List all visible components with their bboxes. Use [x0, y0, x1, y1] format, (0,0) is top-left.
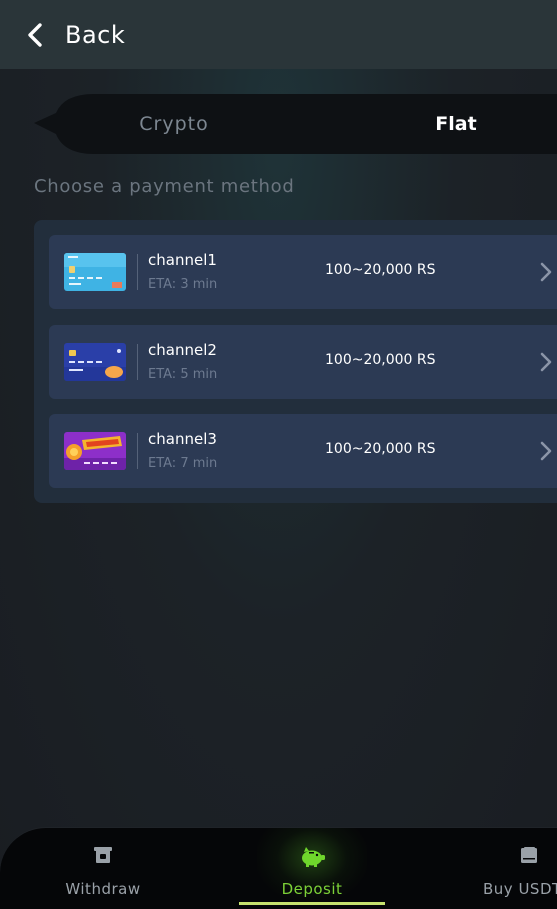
- tab-flat[interactable]: Flat: [376, 94, 536, 154]
- tab-crypto[interactable]: Crypto: [94, 94, 254, 154]
- channel-range: 100~20,000 RS: [325, 262, 436, 278]
- chevron-right-icon: [540, 262, 552, 282]
- channel-item-3[interactable]: channel3 ETA: 7 min 100~20,000 RS: [49, 414, 557, 488]
- channel-name: channel2: [148, 341, 217, 359]
- top-header: Back: [0, 0, 557, 69]
- nav-deposit[interactable]: Deposit: [239, 828, 385, 909]
- back-label: Back: [65, 20, 126, 49]
- payment-type-tabs: Crypto Flat: [34, 94, 557, 154]
- wallet-icon: [521, 847, 537, 863]
- payment-channel-list: channel1 ETA: 3 min 100~20,000 RS channe…: [34, 220, 557, 503]
- channel-divider: [137, 254, 138, 290]
- section-title: Choose a payment method: [34, 176, 295, 197]
- channel-eta: ETA: 5 min: [148, 367, 218, 382]
- nav-label: Withdraw: [65, 880, 141, 898]
- dark-blue-card-image: [64, 343, 126, 381]
- channel-range: 100~20,000 RS: [325, 441, 436, 457]
- channel-eta: ETA: 7 min: [148, 456, 218, 471]
- nav-label: Deposit: [281, 880, 343, 898]
- channel-divider: [137, 433, 138, 469]
- channel-name: channel3: [148, 430, 217, 448]
- light-blue-card-image: [64, 253, 126, 291]
- channel-name: channel1: [148, 251, 217, 269]
- chevron-left-icon: [26, 21, 48, 49]
- back-button[interactable]: Back: [26, 21, 125, 49]
- channel-eta: ETA: 3 min: [148, 277, 218, 292]
- channel-item-2[interactable]: channel2 ETA: 5 min 100~20,000 RS: [49, 325, 557, 399]
- top-up-bonus-card-image: [64, 432, 126, 470]
- nav-withdraw[interactable]: Withdraw: [28, 828, 178, 909]
- chevron-right-icon: [540, 441, 552, 461]
- bottom-navigation: Withdraw Deposit Buy USDT: [0, 827, 557, 909]
- nav-buy-usdt[interactable]: Buy USDT: [470, 828, 557, 909]
- channel-divider: [137, 344, 138, 380]
- atm-icon: [94, 847, 112, 863]
- chevron-right-icon: [540, 352, 552, 372]
- nav-label: Buy USDT: [483, 880, 557, 898]
- channel-item-1[interactable]: channel1 ETA: 3 min 100~20,000 RS: [49, 235, 557, 309]
- channel-range: 100~20,000 RS: [325, 352, 436, 368]
- piggy-bank-icon: [302, 847, 325, 867]
- active-indicator: [239, 902, 385, 905]
